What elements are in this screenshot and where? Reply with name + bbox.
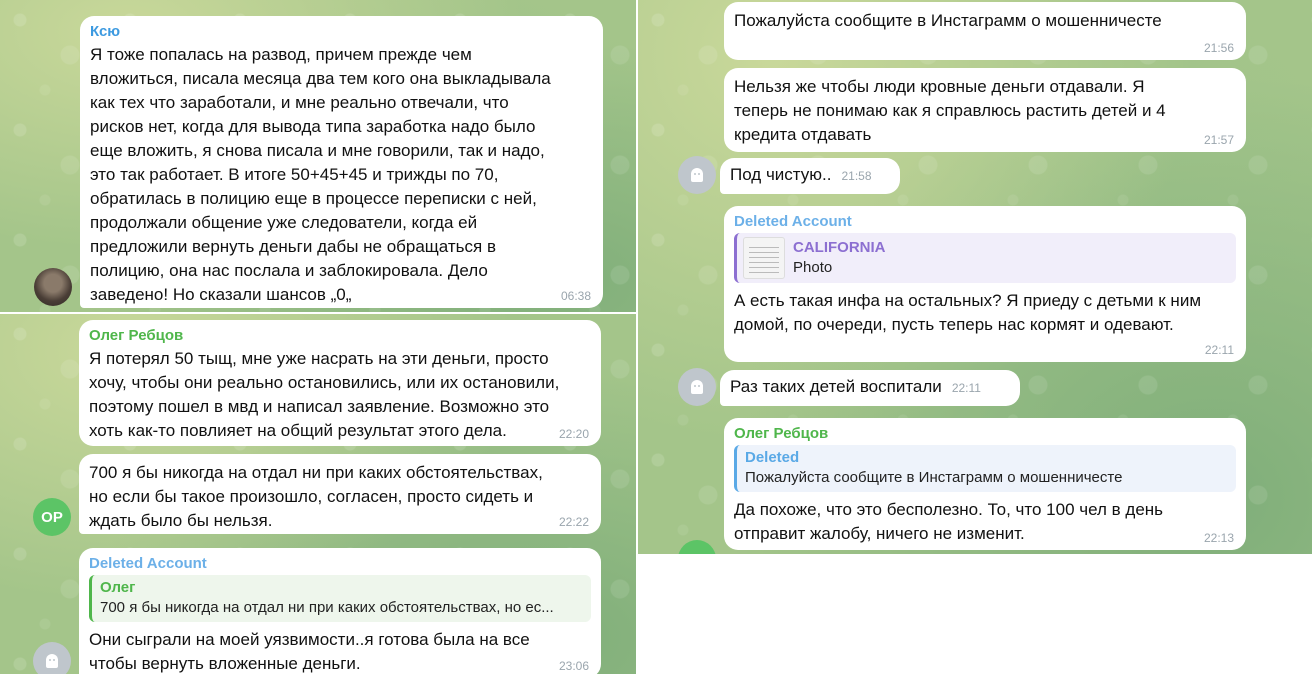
message-sender[interactable]: Олег Ребцов xyxy=(89,327,591,345)
message-bubble[interactable]: Нельзя же чтобы люди кровные деньги отда… xyxy=(724,68,1246,152)
message-text: Пожалуйста сообщите в Инстаграмм о мошен… xyxy=(734,11,1162,30)
message-time: 22:20 xyxy=(558,427,589,441)
message-time: 06:38 xyxy=(560,289,591,303)
message-text: Да похоже, что это бесполезно. То, что 1… xyxy=(734,500,1164,543)
message-bubble[interactable]: Deleted Account CALIFORNIA Photo А есть … xyxy=(724,206,1246,362)
reply-quote-text: Пожалуйста сообщите в Инстаграмм о мошен… xyxy=(745,469,1123,486)
ghost-icon xyxy=(46,654,58,668)
avatar-deleted-account[interactable] xyxy=(33,642,71,674)
chat-panel-bottom-left: Олег Ребцов Я потерял 50 тыщ, мне уже на… xyxy=(0,314,636,674)
reply-quote-name: CALIFORNIA xyxy=(793,239,886,256)
reply-quote[interactable]: CALIFORNIA Photo xyxy=(734,233,1236,283)
message-time: 22:11 xyxy=(1204,343,1234,357)
message-sender[interactable]: Deleted Account xyxy=(734,213,1236,231)
message-bubble[interactable]: Раз таких детей воспитали 22:11 xyxy=(720,370,1020,406)
avatar-deleted-account[interactable] xyxy=(678,368,716,406)
avatar-oleg[interactable]: OP xyxy=(33,498,71,536)
message-bubble[interactable]: Олег Ребцов Deleted Пожалуйста сообщите … xyxy=(724,418,1246,550)
message-time: 23:06 xyxy=(558,659,589,673)
reply-quote-text: Photo xyxy=(793,259,833,276)
ghost-icon xyxy=(691,168,703,182)
chat-panel-right: Пожалуйста сообщите в Инстаграмм о мошен… xyxy=(638,0,1312,554)
message-text: Я потерял 50 тыщ, мне уже насрать на эти… xyxy=(89,349,560,440)
message-bubble[interactable]: Ксю Я тоже попалась на развод, причем пр… xyxy=(80,16,603,308)
message-sender[interactable]: Олег Ребцов xyxy=(734,425,1236,443)
message-text: Под чистую.. xyxy=(730,165,832,184)
avatar-oleg[interactable] xyxy=(678,540,716,554)
message-time: 22:22 xyxy=(558,515,589,529)
message-time: 22:11 xyxy=(951,381,981,395)
message-sender[interactable]: Deleted Account xyxy=(89,555,591,573)
chat-panel-top-left: Ксю Я тоже попалась на развод, причем пр… xyxy=(0,0,636,312)
ghost-icon xyxy=(691,380,703,394)
avatar-deleted-account[interactable] xyxy=(678,156,716,194)
message-text: А есть такая инфа на остальных? Я приеду… xyxy=(734,291,1202,334)
message-time: 21:56 xyxy=(1203,41,1234,55)
reply-quote-name: Deleted xyxy=(745,449,800,466)
message-bubble[interactable]: Под чистую.. 21:58 xyxy=(720,158,900,194)
photo-thumbnail[interactable] xyxy=(743,237,785,279)
message-bubble[interactable]: Deleted Account Олег 700 я бы никогда на… xyxy=(79,548,601,674)
reply-quote[interactable]: Deleted Пожалуйста сообщите в Инстаграмм… xyxy=(734,445,1236,492)
message-time: 21:58 xyxy=(841,169,872,183)
message-bubble[interactable]: Пожалуйста сообщите в Инстаграмм о мошен… xyxy=(724,2,1246,60)
message-time: 22:13 xyxy=(1203,531,1234,545)
message-text: Нельзя же чтобы люди кровные деньги отда… xyxy=(734,77,1166,144)
reply-quote[interactable]: Олег 700 я бы никогда на отдал ни при ка… xyxy=(89,575,591,622)
reply-quote-text: 700 я бы никогда на отдал ни при каких о… xyxy=(100,599,554,616)
message-sender[interactable]: Ксю xyxy=(90,23,593,41)
message-text: Они сыграли на моей уязвимости..я готова… xyxy=(89,630,530,673)
message-bubble[interactable]: 700 я бы никогда на отдал ни при каких о… xyxy=(79,454,601,534)
avatar-ksyu[interactable] xyxy=(34,268,72,306)
message-text: Я тоже попалась на развод, причем прежде… xyxy=(90,45,551,304)
message-text: 700 я бы никогда на отдал ни при каких о… xyxy=(89,463,543,530)
reply-quote-name: Олег xyxy=(100,579,136,596)
message-time: 21:57 xyxy=(1203,133,1234,147)
message-text: Раз таких детей воспитали xyxy=(730,377,942,396)
message-bubble[interactable]: Олег Ребцов Я потерял 50 тыщ, мне уже на… xyxy=(79,320,601,446)
